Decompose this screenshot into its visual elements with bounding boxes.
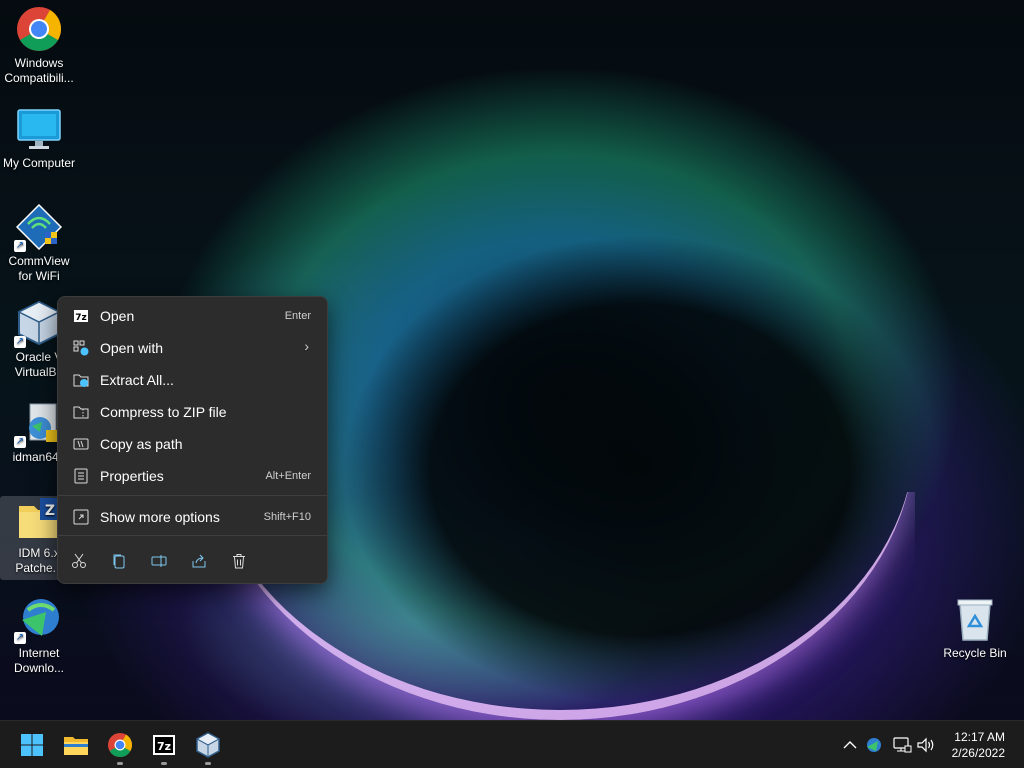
tray-display[interactable] <box>892 735 912 755</box>
menu-item-shortcut: Alt+Enter <box>265 470 311 482</box>
chrome-icon <box>16 6 62 52</box>
tray-overflow-button[interactable] <box>840 735 860 755</box>
extract-icon <box>73 372 89 388</box>
delete-button[interactable] <box>225 547 253 575</box>
shortcut-arrow-icon: ↗ <box>14 240 26 252</box>
desktop-icon-label: CommView for WiFi <box>8 254 70 283</box>
virtualbox-icon <box>195 732 221 758</box>
idm-icon: ↗ <box>14 596 62 644</box>
tray-volume[interactable] <box>916 735 936 755</box>
chrome-icon <box>108 733 133 758</box>
installer-icon: ↗ <box>14 400 62 448</box>
desktop-icon-my-computer[interactable]: My Computer <box>0 106 78 171</box>
share-icon <box>192 554 206 568</box>
share-button[interactable] <box>185 547 213 575</box>
show-more-icon <box>73 509 89 525</box>
desktop-icon-label: Windows Compatibili... <box>4 56 74 85</box>
desktop[interactable]: Windows Compatibili... My Computer ↗ Com… <box>0 0 1024 720</box>
display-icon <box>893 737 912 753</box>
desktop-icon-recycle-bin[interactable]: Recycle Bin <box>936 596 1014 661</box>
menu-item-label: Compress to ZIP file <box>100 404 227 420</box>
shortcut-arrow-icon: ↗ <box>14 336 26 348</box>
file-explorer-icon <box>64 737 88 755</box>
7zip-icon: 7z <box>153 735 175 755</box>
volume-icon <box>917 737 934 753</box>
cut-icon <box>72 553 86 568</box>
copy-path-icon <box>73 436 89 452</box>
monitor-icon <box>16 106 62 152</box>
desktop-icon-label: My Computer <box>2 156 76 170</box>
chevron-up-icon <box>843 741 857 749</box>
commview-icon: ↗ <box>14 203 63 252</box>
desktop-icon-windows-compatibility[interactable]: Windows Compatibili... <box>0 6 78 86</box>
menu-item-shortcut: Shift+F10 <box>263 511 311 523</box>
cut-button[interactable] <box>65 547 93 575</box>
menu-item-open-with[interactable]: Open with › <box>62 333 323 363</box>
menu-item-label: Open <box>100 308 135 324</box>
shortcut-arrow-icon: ↗ <box>14 436 26 448</box>
svg-text:7z: 7z <box>75 313 87 323</box>
tray-network-globe[interactable] <box>864 735 884 755</box>
clock-date: 2/26/2022 <box>951 746 1005 760</box>
running-indicator <box>161 762 167 765</box>
start-icon <box>21 734 43 756</box>
menu-item-show-more-options[interactable]: Show more options Shift+F10 <box>62 502 323 532</box>
menu-item-compress-zip[interactable]: Compress to ZIP file <box>62 397 323 427</box>
menu-item-open[interactable]: 7z Open Enter <box>62 301 323 331</box>
menu-item-label: Extract All... <box>100 372 174 388</box>
svg-text:7z: 7z <box>157 740 171 753</box>
properties-icon <box>73 468 89 484</box>
rename-icon <box>151 555 167 567</box>
menu-item-properties[interactable]: Properties Alt+Enter <box>62 461 323 491</box>
rename-button[interactable] <box>145 547 173 575</box>
desktop-icon-internet-download-manager[interactable]: ↗ Internet Downlo... <box>0 596 78 676</box>
desktop-icon-commview[interactable]: ↗ CommView for WiFi <box>0 203 78 284</box>
menu-item-label: Copy as path <box>100 436 183 452</box>
menu-separator <box>58 535 327 536</box>
7zip-icon: 7z <box>73 308 89 324</box>
delete-icon <box>233 554 245 569</box>
context-menu: 7z Open Enter Open with › Extract All...… <box>57 296 328 584</box>
taskbar-7zip[interactable]: 7z <box>148 729 180 765</box>
running-indicator <box>205 762 211 765</box>
menu-separator <box>58 495 327 496</box>
running-indicator <box>117 762 123 765</box>
zip-icon <box>73 404 89 420</box>
menu-item-copy-as-path[interactable]: Copy as path <box>62 429 323 459</box>
desktop-icon-label: Internet Downlo... <box>13 646 65 675</box>
menu-item-label: Properties <box>100 468 164 484</box>
7zip-archive-icon: Z <box>16 496 62 542</box>
taskbar-chrome[interactable] <box>104 729 136 765</box>
menu-item-label: Show more options <box>100 509 220 525</box>
virtualbox-icon: ↗ <box>14 300 62 348</box>
taskbar-virtualbox[interactable] <box>192 729 224 765</box>
taskbar: 7z 12:17 AM 2/26/2022 <box>0 720 1024 768</box>
copy-icon <box>113 554 125 569</box>
shortcut-arrow-icon: ↗ <box>14 632 26 644</box>
clock-time: 12:17 AM <box>954 730 1005 744</box>
desktop-icon-label: Recycle Bin <box>943 646 1007 660</box>
chevron-right-icon: › <box>304 338 309 354</box>
copy-button[interactable] <box>105 547 133 575</box>
network-globe-icon <box>867 738 881 752</box>
open-with-icon <box>73 340 89 356</box>
menu-item-shortcut: Enter <box>284 310 311 322</box>
menu-item-extract-all[interactable]: Extract All... <box>62 365 323 395</box>
menu-item-label: Open with <box>100 340 164 356</box>
svg-text:Z: Z <box>45 503 55 519</box>
taskbar-file-explorer[interactable] <box>60 729 92 761</box>
start-button[interactable] <box>16 729 48 761</box>
taskbar-clock[interactable]: 12:17 AM 2/26/2022 <box>952 729 1005 761</box>
recycle-bin-icon <box>952 596 998 642</box>
